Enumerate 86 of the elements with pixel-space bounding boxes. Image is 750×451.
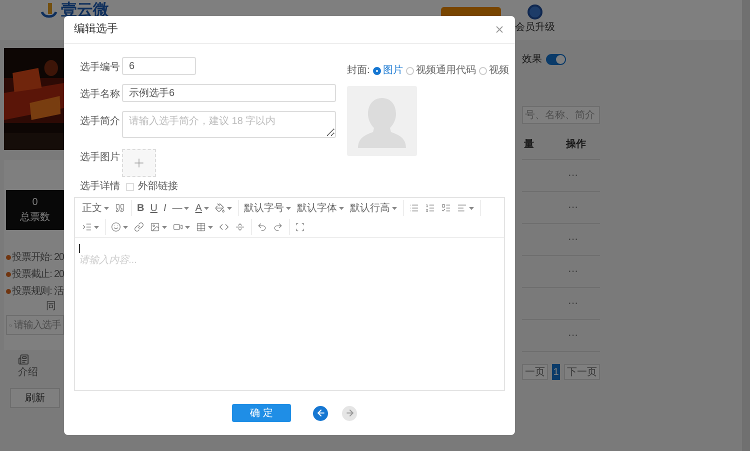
more-actions[interactable]: ··· bbox=[568, 168, 578, 183]
bold-tool[interactable]: B bbox=[134, 200, 148, 216]
vote-info-text: 投票开始: 20 bbox=[12, 250, 64, 265]
logo-icon bbox=[40, 2, 58, 20]
vip-icon[interactable] bbox=[527, 4, 543, 20]
caret-icon bbox=[104, 206, 109, 210]
total-votes-value: 0 bbox=[32, 196, 38, 210]
format-dropdown[interactable]: 默认字号 bbox=[240, 200, 294, 216]
avatar-placeholder bbox=[347, 86, 417, 156]
prev-page-button[interactable]: 一页 bbox=[522, 364, 548, 380]
caret-icon bbox=[286, 206, 291, 210]
total-votes-label: 总票数 bbox=[20, 210, 50, 225]
intro-textarea[interactable]: 请输入选手简介，建议 18 字以内 bbox=[122, 111, 336, 138]
previous-button[interactable] bbox=[313, 406, 328, 420]
field-label: 选手名称 bbox=[80, 88, 121, 102]
field-label: 选手简介 bbox=[80, 114, 121, 129]
caret-icon bbox=[185, 226, 190, 228]
paint-bucket-icon bbox=[214, 203, 225, 213]
underline-tool[interactable]: U bbox=[147, 200, 160, 216]
intro-icon[interactable] bbox=[18, 354, 29, 365]
cover-radio[interactable]: 视频通用代码 bbox=[406, 63, 476, 78]
text-input[interactable]: 示例选手6 bbox=[122, 84, 336, 102]
todo-list-icon bbox=[440, 203, 451, 213]
caret-icon bbox=[184, 206, 190, 210]
more-actions[interactable]: ··· bbox=[568, 200, 578, 215]
caret-icon bbox=[226, 206, 232, 210]
field-label: 选手详情 bbox=[80, 180, 121, 194]
line-tool[interactable]: — bbox=[169, 200, 192, 216]
caret-icon bbox=[208, 226, 213, 228]
fullscreen-icon bbox=[295, 222, 305, 232]
field-label: 选手编号 bbox=[80, 60, 121, 75]
indent-icon bbox=[82, 222, 92, 232]
caret-icon bbox=[123, 226, 128, 228]
preview-toggle[interactable] bbox=[546, 54, 566, 64]
caret-icon bbox=[204, 206, 209, 210]
arrow-right-icon bbox=[344, 408, 354, 418]
caret-icon bbox=[94, 226, 99, 228]
more-actions[interactable]: ··· bbox=[568, 296, 578, 311]
vote-info-text: 同 bbox=[45, 301, 57, 313]
format-dropdown[interactable]: 默认行高 bbox=[346, 200, 404, 216]
cover-label: 封面: bbox=[347, 64, 370, 78]
external-link-label: 外部链接 bbox=[138, 180, 178, 194]
more-actions[interactable]: ··· bbox=[568, 328, 578, 343]
external-link-checkbox[interactable] bbox=[126, 182, 134, 190]
code-icon bbox=[219, 222, 229, 232]
caret-icon bbox=[468, 206, 474, 210]
text-input[interactable]: 6 bbox=[122, 57, 196, 75]
undo-icon bbox=[257, 222, 267, 232]
cover-radio[interactable]: 图片 bbox=[372, 63, 403, 78]
page-button[interactable]: 1 bbox=[552, 364, 560, 380]
plus-icon bbox=[132, 156, 146, 170]
cover-radio[interactable]: 视频 bbox=[478, 63, 509, 78]
next-page-button[interactable]: 下一页 bbox=[564, 364, 600, 380]
smiley-icon bbox=[111, 222, 121, 232]
link-icon bbox=[134, 222, 144, 232]
column-header: 操作 bbox=[566, 138, 586, 152]
field-label: 选手图片 bbox=[80, 150, 121, 165]
quote-icon bbox=[115, 203, 125, 213]
more-actions[interactable]: ··· bbox=[568, 264, 578, 279]
toggle-label: 效果 bbox=[522, 52, 542, 66]
video-icon bbox=[173, 222, 183, 232]
divider-icon bbox=[235, 222, 245, 232]
column-header: 量 bbox=[524, 138, 534, 152]
redo-icon bbox=[273, 222, 283, 232]
align-icon bbox=[456, 203, 467, 213]
format-dropdown[interactable]: 默认字体 bbox=[294, 200, 347, 216]
vote-info-text: 投票截止: 20 bbox=[12, 268, 64, 282]
image-icon bbox=[150, 222, 160, 232]
italic-tool[interactable]: I bbox=[160, 200, 170, 216]
table-icon bbox=[196, 222, 206, 232]
close-icon bbox=[494, 24, 505, 35]
arrow-left-icon bbox=[316, 408, 326, 418]
caret-icon bbox=[392, 206, 397, 210]
caret-icon bbox=[162, 226, 167, 228]
confirm-button[interactable]: 确 定 bbox=[232, 404, 291, 422]
dialog-title: 编辑选手 bbox=[74, 22, 118, 38]
fontcolor-tool[interactable]: A bbox=[192, 200, 212, 216]
vip-upgrade-label: 会员升级 bbox=[515, 20, 555, 35]
intro-label: 介绍 bbox=[18, 366, 38, 380]
format-dropdown[interactable]: 正文 bbox=[79, 200, 112, 216]
vote-info-text: 投票规则: 活 bbox=[12, 284, 64, 299]
caret-icon bbox=[338, 206, 344, 210]
close-button[interactable] bbox=[494, 24, 505, 35]
numbered-list-icon bbox=[424, 203, 435, 213]
refresh-button[interactable]: 刷新 bbox=[10, 388, 60, 408]
more-actions[interactable]: ··· bbox=[568, 232, 578, 247]
